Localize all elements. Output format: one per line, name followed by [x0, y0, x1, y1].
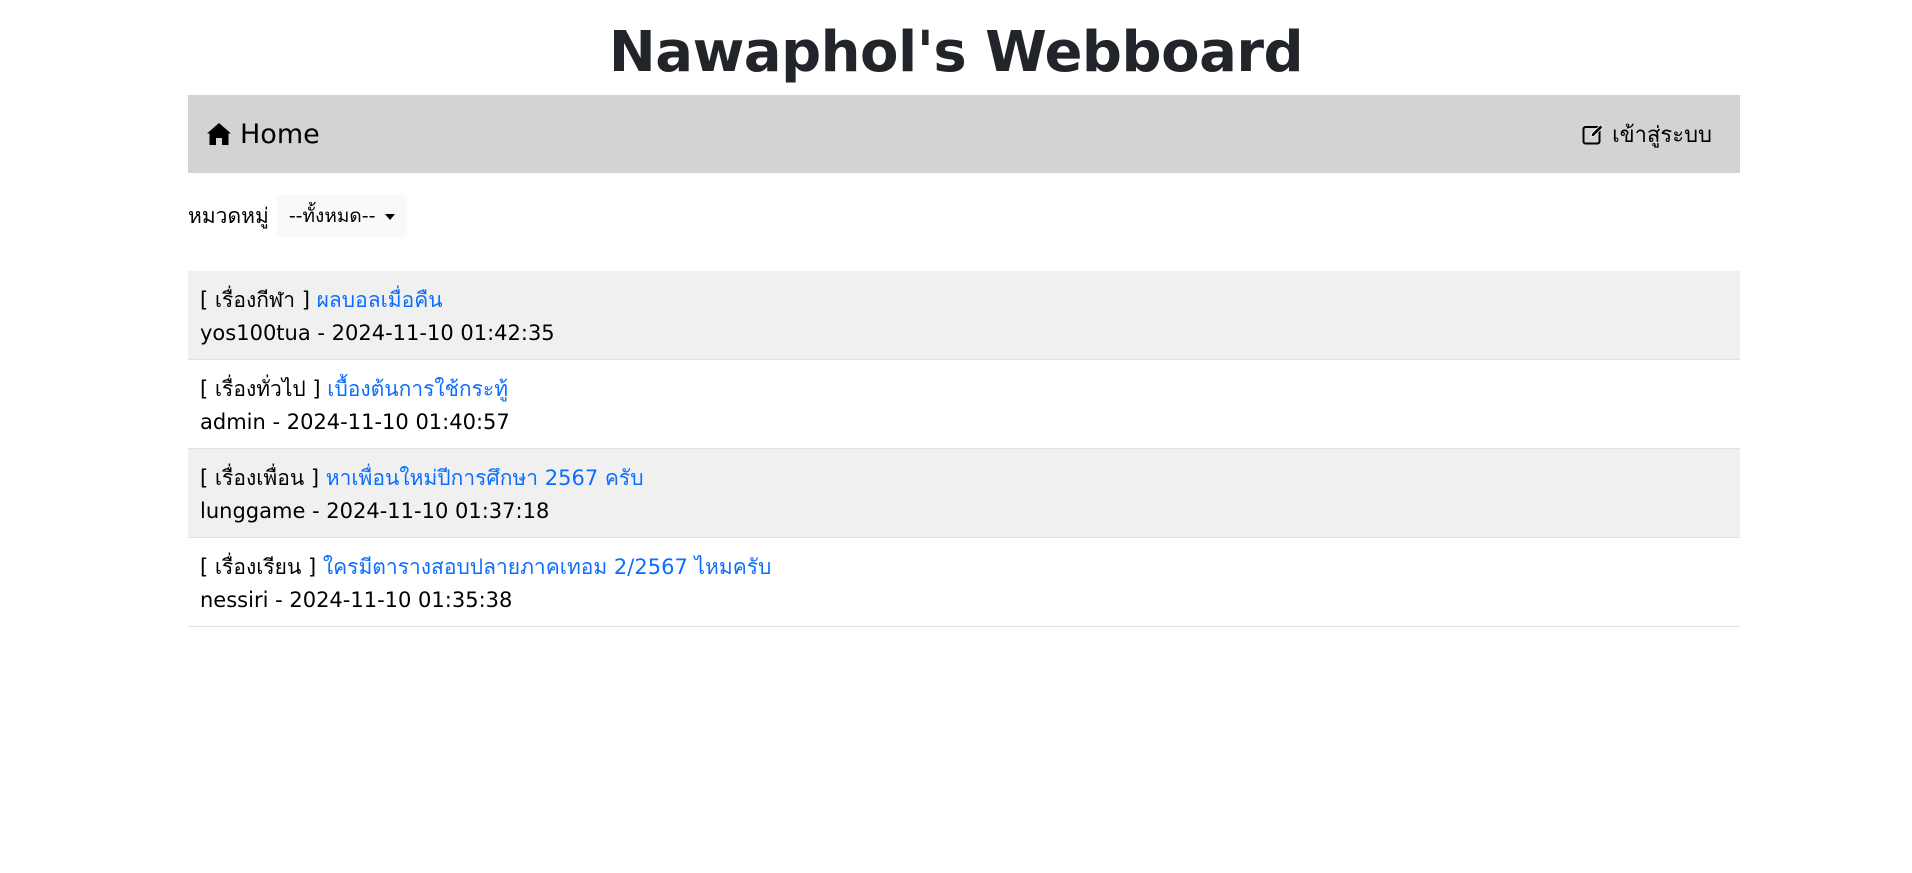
topic-meta: nessiri - 2024-11-10 01:35:38 [200, 588, 513, 612]
pencil-square-icon [1582, 123, 1604, 145]
topic-meta: lunggame - 2024-11-10 01:37:18 [200, 499, 550, 523]
topic-category: [ เรื่องกีฬา ] [200, 288, 317, 312]
topic-category: [ เรื่องทั่วไป ] [200, 377, 328, 401]
category-selected-value: --ทั้งหมด-- [288, 205, 376, 227]
category-filter: หมวดหมู่ --ทั้งหมด-- [188, 195, 408, 237]
topic-title-link[interactable]: หาเพื่อนใหม่ปีการศึกษา 2567 ครับ [326, 466, 644, 490]
topic-title-link[interactable]: ผลบอลเมื่อคืน [317, 288, 443, 312]
topic-meta: admin - 2024-11-10 01:40:57 [200, 410, 510, 434]
page: Nawaphol's Webboard Home เข้าสู่ระบบ หมว… [0, 0, 1912, 873]
topic-row: [ เรื่องเพื่อน ] หาเพื่อนใหม่ปีการศึกษา … [188, 449, 1740, 538]
page-title: Nawaphol's Webboard [608, 20, 1304, 85]
topic-row: [ เรื่องกีฬา ] ผลบอลเมื่อคืน yos100tua -… [188, 271, 1740, 360]
nav-home-link[interactable]: Home [206, 117, 320, 151]
topic-row: [ เรื่องทั่วไป ] เบื้องต้นการใช้กระทู้ a… [188, 360, 1740, 449]
topic-category: [ เรื่องเรียน ] [200, 555, 323, 579]
login-label: เข้าสู่ระบบ [1612, 122, 1712, 148]
topic-meta: yos100tua - 2024-11-10 01:42:35 [200, 321, 555, 345]
nav-home-label: Home [240, 118, 320, 150]
house-icon [206, 122, 232, 146]
topic-list: [ เรื่องกีฬา ] ผลบอลเมื่อคืน yos100tua -… [188, 271, 1740, 627]
navbar: Home เข้าสู่ระบบ [188, 95, 1740, 173]
category-label: หมวดหมู่ [188, 203, 269, 228]
topic-category: [ เรื่องเพื่อน ] [200, 466, 326, 490]
caret-down-icon [385, 214, 396, 220]
topic-row: [ เรื่องเรียน ] ใครมีตารางสอบปลายภาคเทอม… [188, 538, 1740, 627]
login-link[interactable]: เข้าสู่ระบบ [1582, 119, 1712, 149]
topic-title-link[interactable]: เบื้องต้นการใช้กระทู้ [327, 377, 508, 401]
topic-title-link[interactable]: ใครมีตารางสอบปลายภาคเทอม 2/2567 ไหมครับ [323, 555, 772, 579]
category-dropdown[interactable]: --ทั้งหมด-- [276, 195, 408, 237]
